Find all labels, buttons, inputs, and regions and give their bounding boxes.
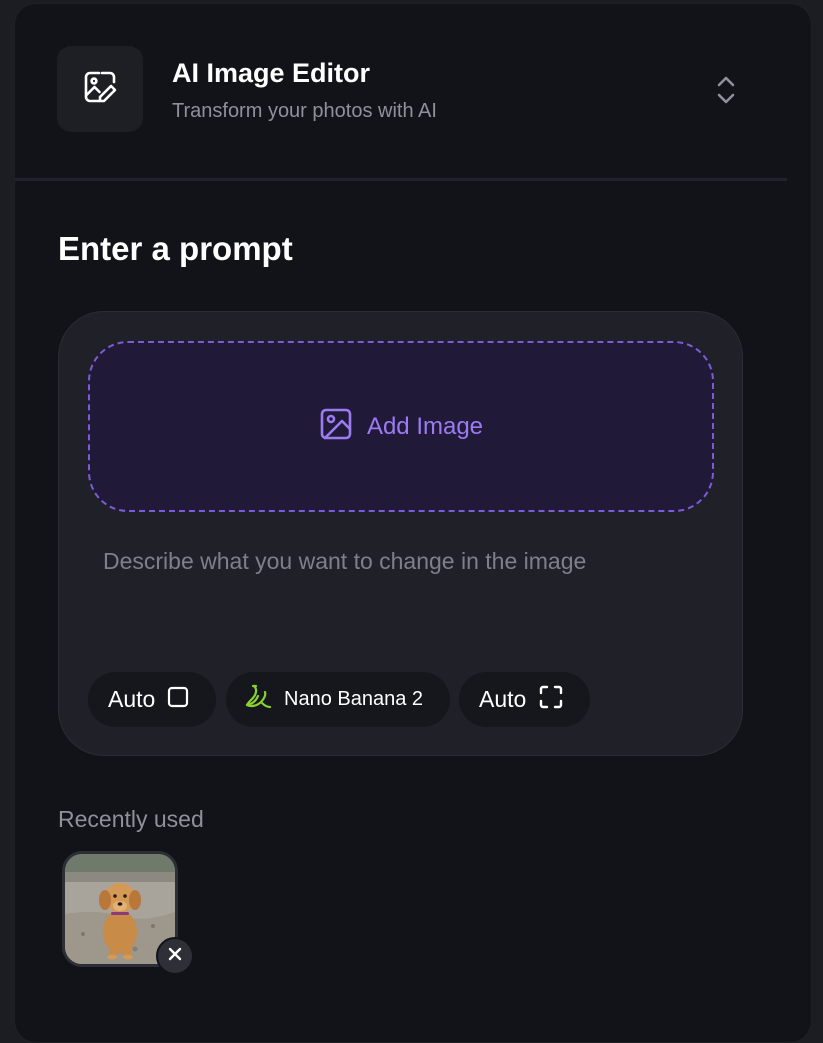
editor-panel: AI Image Editor Transform your photos wi… — [14, 3, 812, 1043]
chevron-up-down-icon — [714, 74, 738, 111]
app-title: AI Image Editor — [172, 58, 371, 88]
prompt-card: Add Image Auto Nano Banana 2 — [58, 311, 743, 756]
close-icon — [167, 946, 183, 967]
banana-icon — [244, 683, 272, 716]
prompt-input[interactable] — [103, 548, 703, 648]
prompt-section-title: Enter a prompt — [58, 230, 293, 267]
image-icon — [319, 407, 353, 446]
square-icon — [167, 686, 189, 713]
app-subtitle: Transform your photos with AI — [172, 100, 437, 122]
recently-used-label: Recently used — [58, 806, 204, 832]
add-image-dropzone[interactable]: Add Image — [88, 341, 714, 512]
app-header: AI Image Editor Transform your photos wi… — [15, 4, 787, 181]
output-size-chip[interactable]: Auto — [459, 672, 590, 727]
model-label: Nano Banana 2 — [284, 688, 424, 710]
image-edit-icon — [80, 67, 120, 112]
app-icon-container — [57, 46, 143, 132]
output-size-label: Auto — [479, 686, 527, 712]
aspect-ratio-chip[interactable]: Auto — [88, 672, 216, 727]
model-selector-chip[interactable]: Nano Banana 2 — [226, 672, 450, 727]
aspect-ratio-label: Auto — [108, 686, 156, 712]
add-image-label: Add Image — [366, 412, 484, 440]
app-switcher-toggle[interactable] — [709, 72, 743, 112]
remove-recent-image-button[interactable] — [156, 937, 194, 975]
expand-corners-icon — [538, 684, 564, 715]
